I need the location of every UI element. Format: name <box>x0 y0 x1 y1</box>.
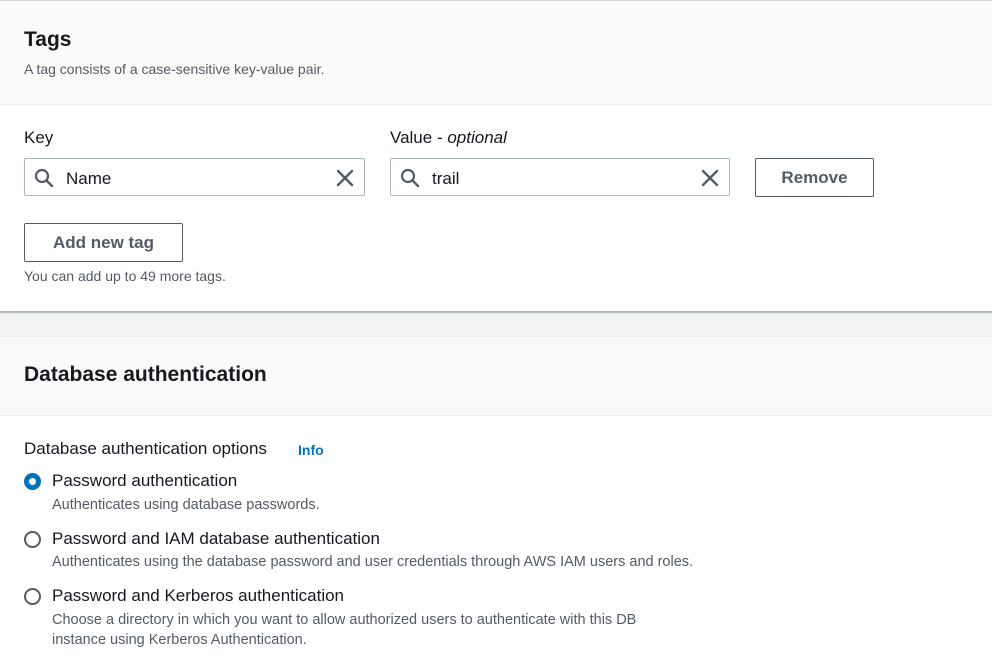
option-password-kerberos-title[interactable]: Password and Kerberos authentication <box>52 586 344 606</box>
tags-description: A tag consists of a case-sensitive key-v… <box>24 61 325 77</box>
value-label-main: Value - <box>390 128 448 147</box>
option-password-auth-description: Authenticates using database passwords. <box>52 497 320 513</box>
option-password-iam-description: Authenticates using the database passwor… <box>52 554 694 570</box>
db-auth-options-label: Database authentication options <box>24 439 267 458</box>
tag-key-input[interactable]: Name <box>24 158 365 196</box>
db-auth-title: Database authentication <box>24 363 267 386</box>
add-new-tag-button[interactable]: Add new tag <box>24 223 183 262</box>
radio-password-iam-auth[interactable] <box>24 531 41 548</box>
close-icon[interactable] <box>334 167 356 189</box>
tags-title: Tags <box>24 28 72 51</box>
tag-value-value: trail <box>432 169 460 188</box>
search-icon <box>400 168 420 188</box>
tag-key-value: Name <box>66 169 112 188</box>
info-link[interactable]: Info <box>298 442 324 458</box>
option-password-kerberos-description-line1: Choose a directory in which you want to … <box>52 612 637 628</box>
value-label-optional: optional <box>447 128 507 147</box>
radio-password-auth[interactable] <box>24 473 41 490</box>
remove-tag-button[interactable]: Remove <box>755 158 874 197</box>
tags-header: Tags A tag consists of a case-sensitive … <box>0 1 992 105</box>
value-label: Value - optional <box>390 128 507 148</box>
key-label: Key <box>24 128 54 147</box>
tags-panel: Tags A tag consists of a case-sensitive … <box>0 0 992 312</box>
option-password-auth-title[interactable]: Password authentication <box>52 471 237 491</box>
radio-password-kerberos-auth[interactable] <box>24 588 41 605</box>
close-icon[interactable] <box>699 167 721 189</box>
db-auth-header: Database authentication <box>0 337 992 416</box>
option-password-iam-title[interactable]: Password and IAM database authentication <box>52 529 380 549</box>
db-auth-panel: Database authentication Database authent… <box>0 336 992 667</box>
option-password-kerberos-description-line2: instance using Kerberos Authentication. <box>52 632 307 648</box>
tag-value-input[interactable]: trail <box>390 158 730 196</box>
tags-limit-text: You can add up to 49 more tags. <box>24 268 226 284</box>
search-icon <box>34 168 54 188</box>
